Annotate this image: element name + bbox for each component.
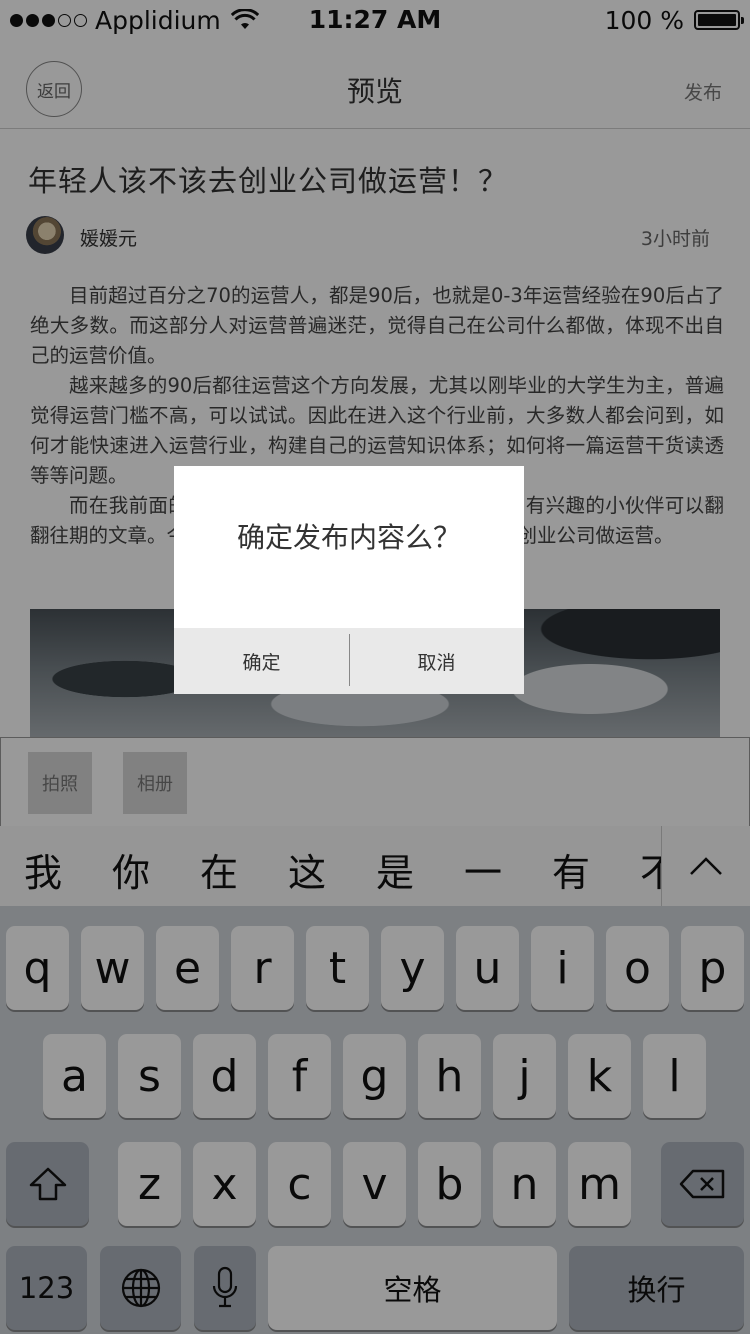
confirm-button[interactable]: 确定 <box>174 628 349 694</box>
dialog-message: 确定发布内容么？ <box>236 521 461 554</box>
dialog-actions: 确定 取消 <box>174 628 524 694</box>
cancel-button[interactable]: 取消 <box>349 628 524 694</box>
confirm-dialog: 确定发布内容么？ 确定 取消 <box>174 466 524 694</box>
